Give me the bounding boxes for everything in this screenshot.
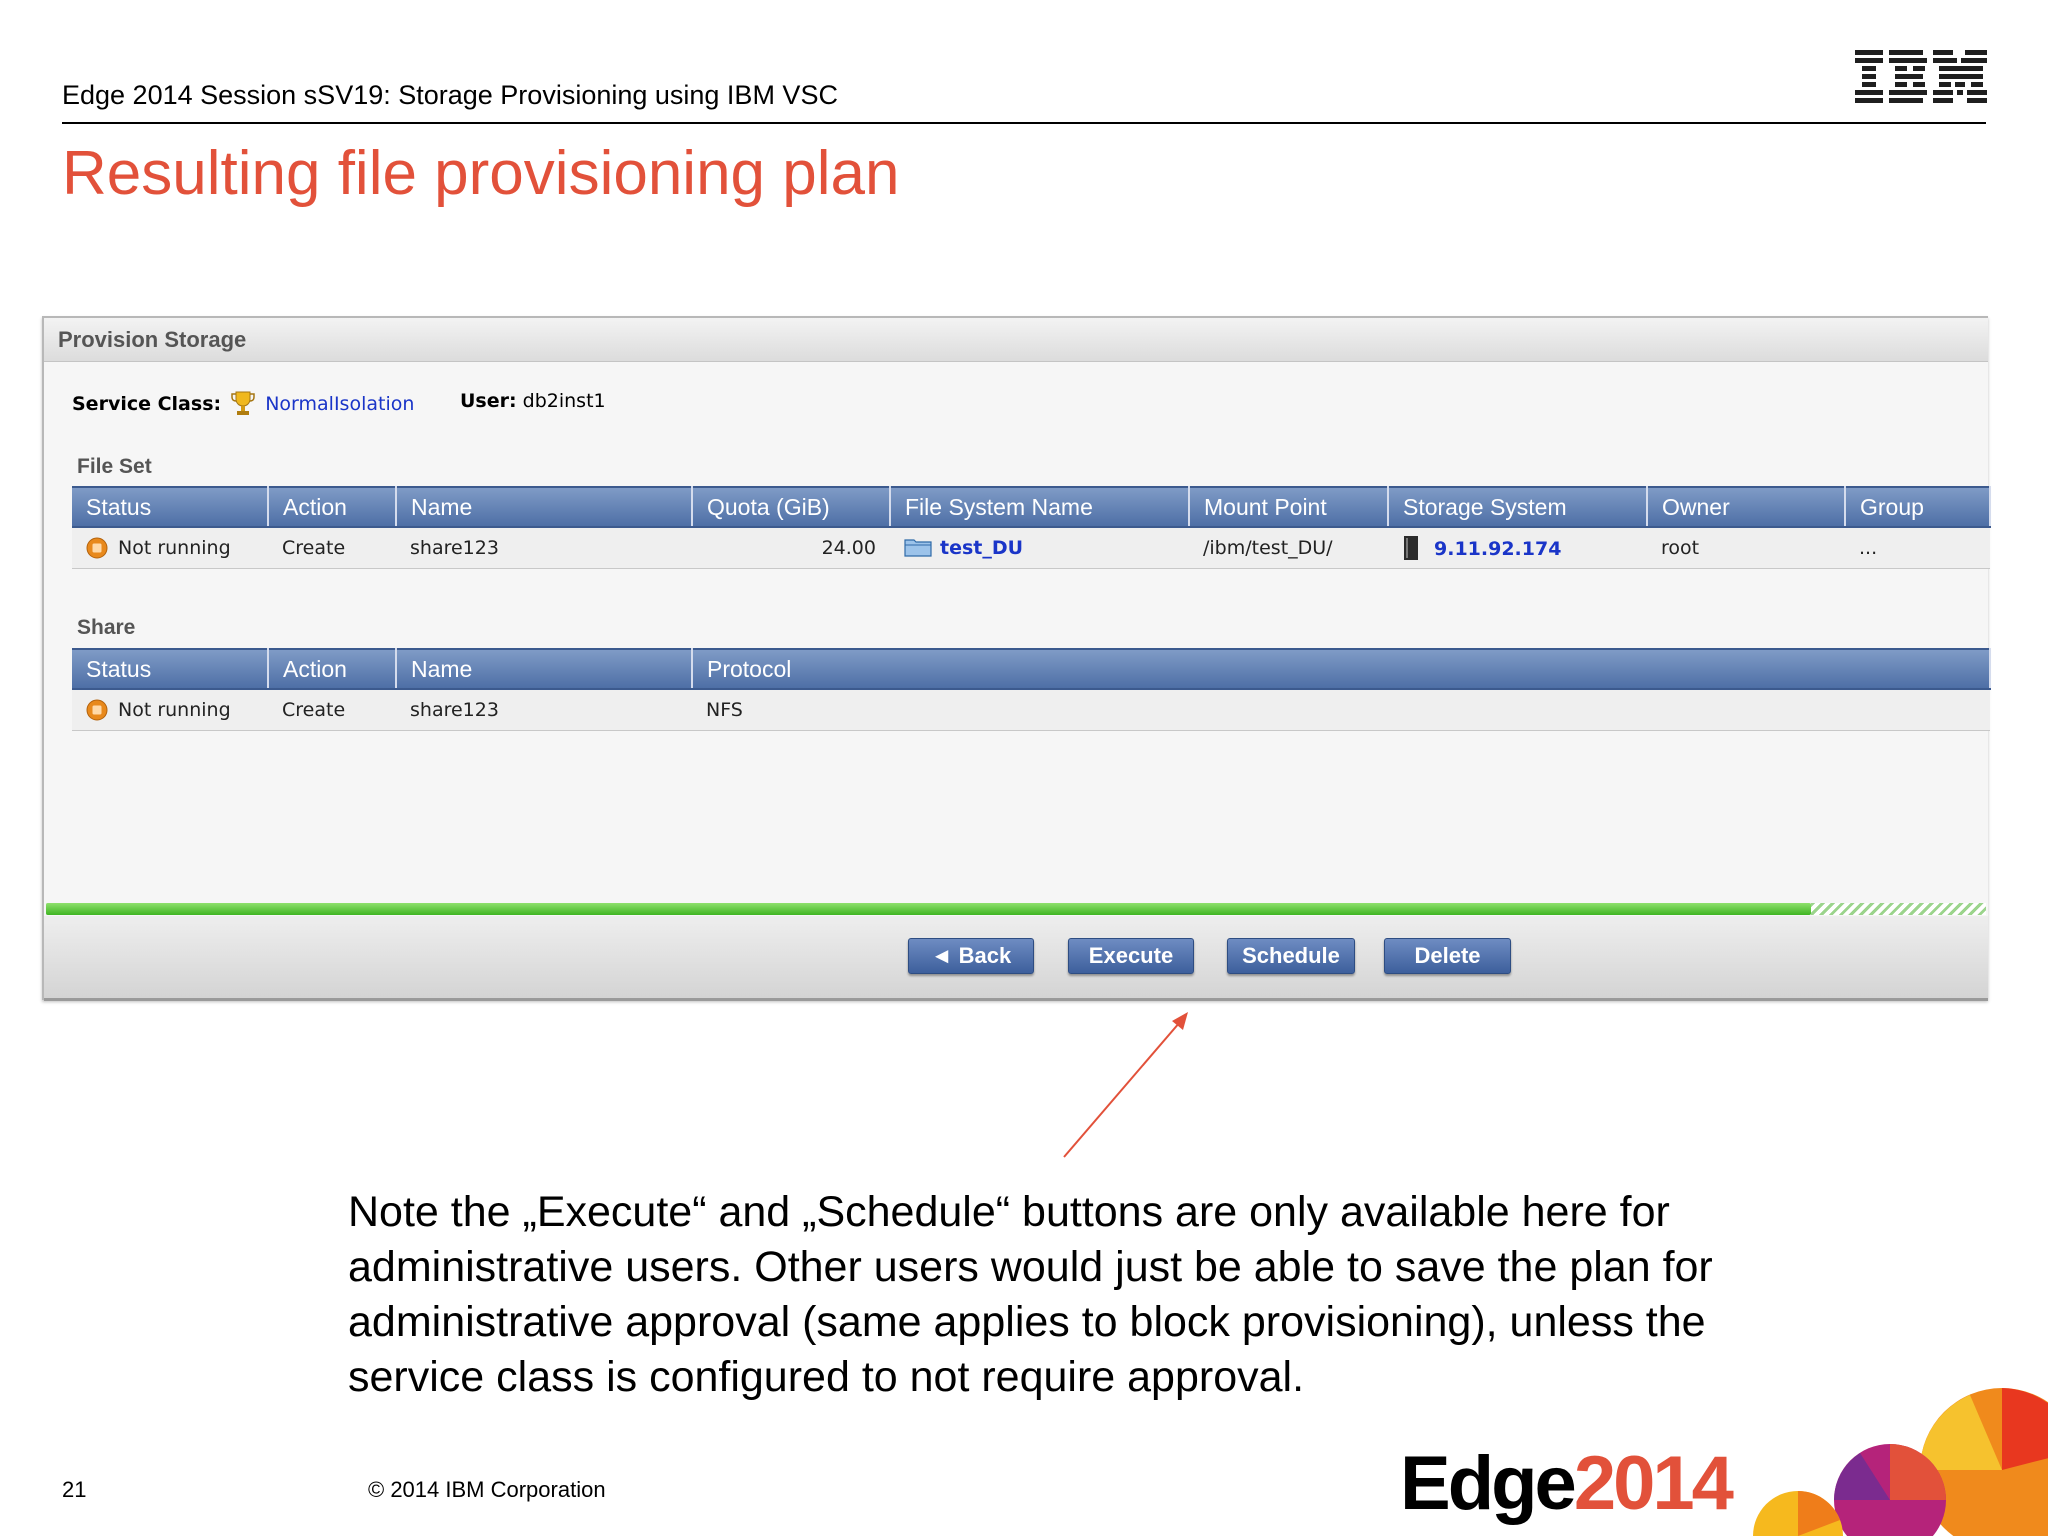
edge2014-logo: Edge2014 — [1400, 1440, 1734, 1527]
page-number: 21 — [62, 1477, 87, 1502]
copyright: © 2014 IBM Corporation — [368, 1477, 606, 1502]
decorative-circles — [1753, 1388, 2048, 1536]
annotation-note: Note the „Execute“ and „Schedule“ button… — [348, 1188, 1713, 1401]
edge-word: Edge — [1400, 1441, 1577, 1526]
edge-year: 2014 — [1573, 1441, 1734, 1526]
